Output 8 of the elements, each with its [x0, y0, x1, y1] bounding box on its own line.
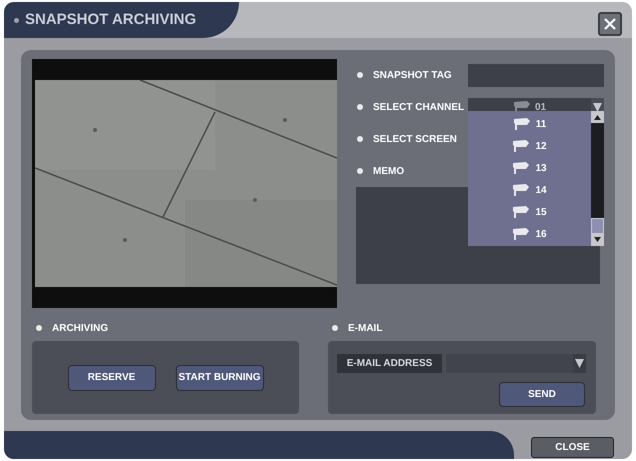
field-label: E-MAIL ADDRESS: [337, 354, 442, 373]
field-label: SNAPSHOT TAG: [373, 68, 453, 82]
field-label: MEMO: [373, 164, 406, 178]
section-label: ARCHIVING: [52, 322, 108, 336]
section-label: E-MAIL: [348, 322, 382, 336]
field-label: SELECT SCREEN: [373, 132, 458, 146]
field-label: SELECT CHANNEL: [373, 100, 466, 114]
window-title: SNAPSHOT ARCHIVING: [25, 10, 196, 30]
